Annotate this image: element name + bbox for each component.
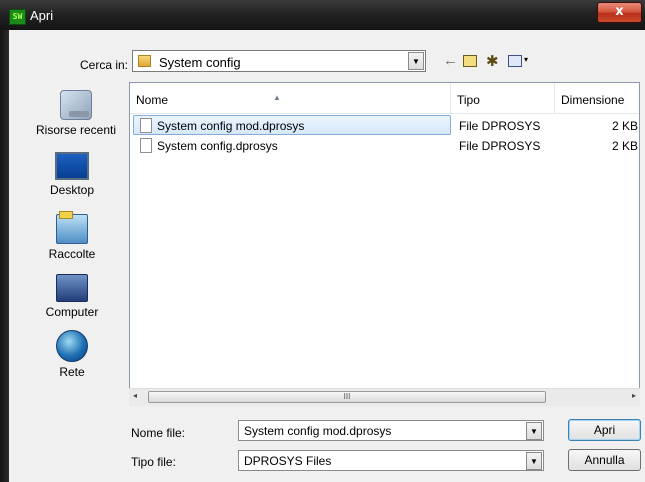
column-name-label: Nome: [136, 93, 169, 107]
back-icon[interactable]: ←: [443, 52, 458, 69]
column-name-header[interactable]: Nome ▲: [130, 83, 450, 113]
place-network[interactable]: Rete: [30, 330, 114, 379]
lookin-value: System config: [159, 55, 241, 70]
views-dropdown-arrow-icon[interactable]: ▾: [524, 55, 528, 64]
open-button[interactable]: Apri: [568, 419, 641, 441]
sort-ascending-icon: ▲: [273, 93, 281, 102]
lookin-dropdown[interactable]: System config ▼: [132, 50, 426, 72]
scroll-right-icon[interactable]: ▸: [632, 391, 636, 400]
place-label: Computer: [45, 305, 99, 319]
network-icon: [56, 330, 88, 362]
file-row[interactable]: System config.dprosys File DPROSYS 2 KB: [130, 135, 639, 155]
column-type-header[interactable]: Tipo: [451, 83, 554, 113]
app-icon: SW: [9, 9, 26, 25]
document-icon: [140, 138, 152, 153]
place-desktop[interactable]: Desktop: [30, 152, 114, 197]
scrollbar-thumb[interactable]: III: [148, 391, 546, 403]
filetype-value: DPROSYS Files: [244, 454, 332, 468]
chevron-down-icon[interactable]: ▼: [408, 52, 424, 70]
filename-value: System config mod.dprosys: [244, 424, 392, 438]
place-label: Desktop: [49, 183, 95, 197]
title-bar[interactable]: SW Apri x: [0, 0, 645, 31]
folder-icon: [138, 55, 151, 67]
column-size-label: Dimensione: [561, 93, 625, 107]
file-type: File DPROSYS: [459, 119, 541, 133]
place-computer[interactable]: Computer: [30, 274, 114, 319]
place-label: Risorse recenti: [35, 123, 117, 137]
chevron-down-icon[interactable]: ▼: [526, 452, 542, 470]
file-row[interactable]: System config mod.dprosys File DPROSYS 2…: [130, 115, 639, 135]
recent-places-icon: [60, 90, 92, 120]
file-size: 2 KB: [612, 119, 639, 133]
file-type: File DPROSYS: [459, 139, 541, 153]
window-title: Apri: [30, 8, 54, 23]
chevron-down-icon[interactable]: ▼: [526, 422, 542, 440]
new-folder-icon[interactable]: ✱: [486, 52, 499, 70]
file-name-cell[interactable]: System config mod.dprosys: [133, 115, 451, 135]
file-name: System config mod.dprosys: [157, 119, 305, 133]
filetype-label: Tipo file:: [131, 455, 176, 469]
place-recent[interactable]: Risorse recenti: [34, 90, 118, 137]
column-size-header[interactable]: Dimensione: [555, 83, 639, 113]
window-frame: [0, 30, 9, 482]
file-name-cell[interactable]: System config.dprosys: [133, 135, 451, 155]
place-label: Rete: [59, 365, 85, 379]
computer-icon: [56, 274, 88, 302]
scroll-left-icon[interactable]: ◂: [133, 391, 137, 400]
horizontal-scrollbar[interactable]: ◂ III ▸: [129, 388, 640, 406]
file-name: System config.dprosys: [157, 139, 278, 153]
open-file-dialog: SW Apri x Cerca in: System config ▼ ← ✱ …: [0, 0, 645, 482]
document-icon: [140, 118, 152, 133]
column-type-label: Tipo: [457, 93, 480, 107]
place-label: Raccolte: [48, 247, 96, 261]
up-folder-icon[interactable]: [463, 55, 477, 67]
desktop-icon: [55, 152, 89, 180]
cancel-button[interactable]: Annulla: [568, 449, 641, 471]
filename-field[interactable]: System config mod.dprosys ▼: [238, 420, 544, 441]
place-libraries[interactable]: Raccolte: [30, 211, 114, 261]
filetype-select[interactable]: DPROSYS Files ▼: [238, 450, 544, 471]
file-list[interactable]: Nome ▲ Tipo Dimensione System config mod…: [129, 82, 640, 406]
libraries-icon: [56, 211, 88, 244]
lookin-label: Cerca in:: [80, 58, 129, 72]
close-button[interactable]: x: [597, 2, 642, 23]
views-menu-icon[interactable]: [508, 55, 522, 67]
filename-label: Nome file:: [131, 426, 186, 440]
file-size: 2 KB: [612, 139, 639, 153]
column-header: Nome ▲ Tipo Dimensione: [130, 83, 639, 114]
